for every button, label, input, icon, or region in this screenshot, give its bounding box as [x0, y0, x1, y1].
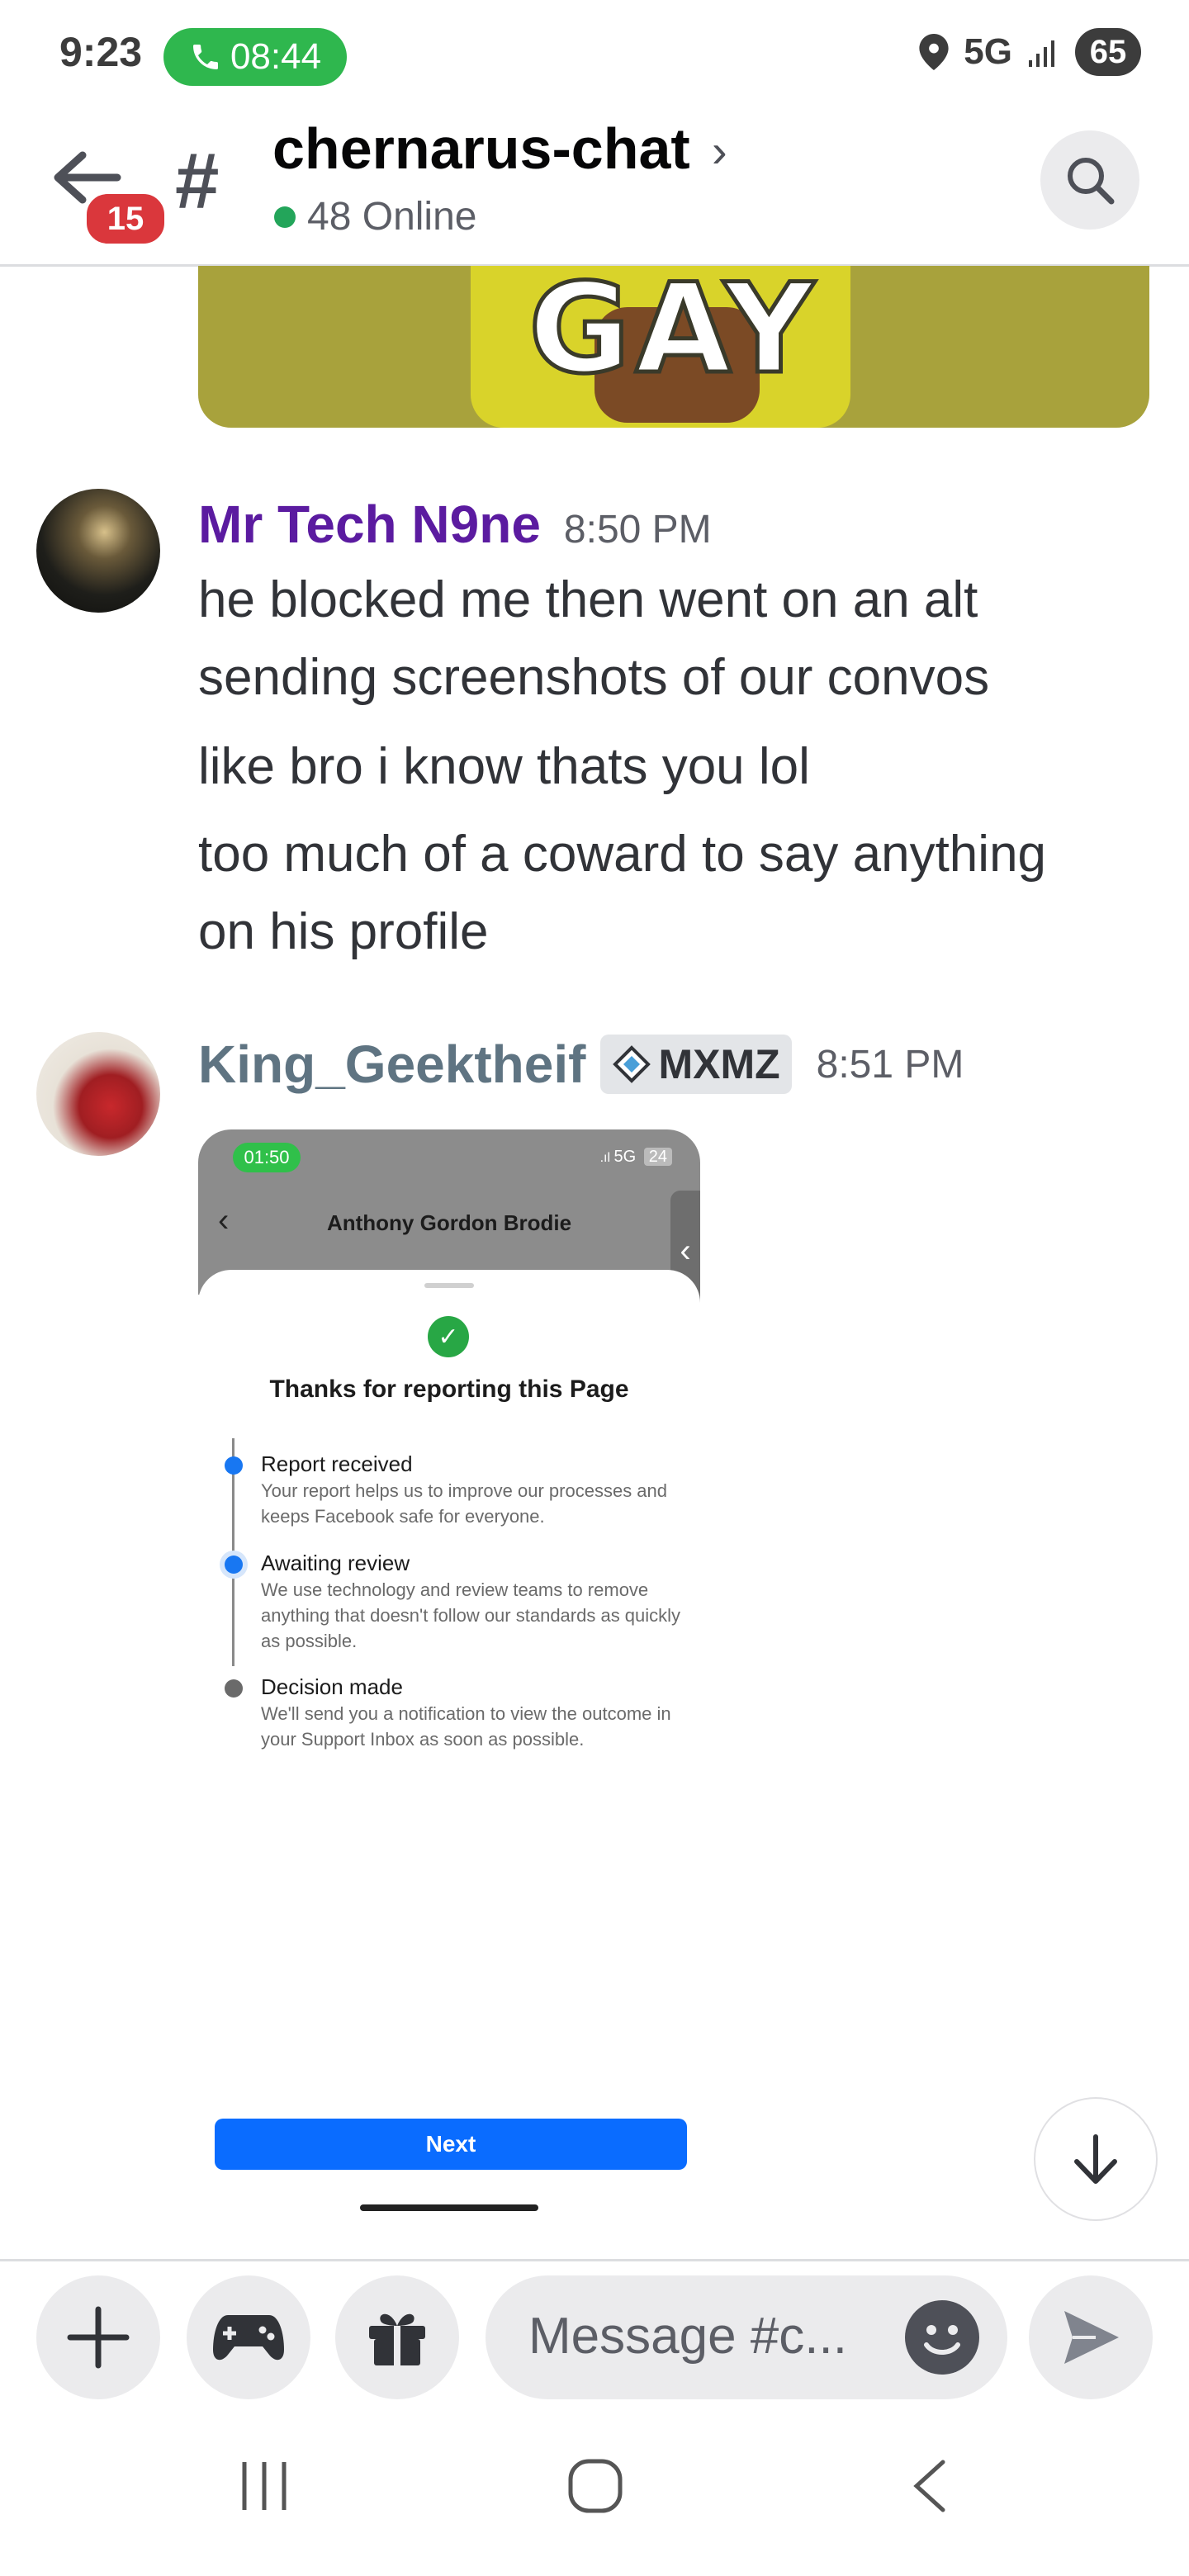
network-label: 5G — [964, 31, 1012, 72]
status-bar: 9:23 08:44 5G 65 — [0, 0, 1189, 116]
add-attachment-button[interactable] — [36, 2275, 160, 2399]
plus-icon — [67, 2306, 130, 2369]
phone-icon — [192, 45, 218, 69]
unread-badge: 15 — [83, 190, 168, 248]
emoji-button[interactable] — [905, 2300, 979, 2375]
send-button[interactable] — [1029, 2275, 1153, 2399]
message-input[interactable]: Message #c... — [486, 2275, 1007, 2399]
username[interactable]: King_Geektheif — [198, 1034, 585, 1095]
screenshot-page-title: Anthony Gordon Brodie — [326, 1210, 572, 1235]
activities-button[interactable] — [187, 2275, 310, 2399]
online-dot-icon — [274, 206, 296, 228]
recents-icon[interactable] — [239, 2457, 289, 2515]
search-button[interactable] — [1040, 130, 1139, 230]
screenshot-status-time: 01:50 — [233, 1143, 301, 1172]
diamond-icon — [613, 1045, 651, 1083]
chevron-right-icon[interactable]: › — [712, 124, 727, 178]
online-text: 48 Online — [307, 195, 477, 239]
message-text: too much of a coward to say anything — [198, 826, 1047, 883]
step-dot-icon — [225, 1679, 243, 1698]
clan-tag-label: MXMZ — [658, 1041, 780, 1087]
check-icon: ✓ — [428, 1316, 469, 1357]
message-placeholder: Message #c... — [528, 2308, 847, 2365]
gamepad-icon — [213, 2315, 284, 2361]
step-desc: Your report helps us to improve our proc… — [261, 1480, 668, 1527]
online-count: 48 Online — [274, 194, 476, 239]
message-text: like bro i know thats you lol — [198, 738, 810, 795]
step-dot-icon — [225, 1556, 243, 1574]
smiley-icon — [924, 2325, 960, 2355]
avatar[interactable] — [36, 489, 160, 613]
channel-name[interactable]: chernarus-chat — [272, 116, 690, 182]
screenshot-home-indicator — [360, 2204, 538, 2211]
clan-tag[interactable]: MXMZ — [600, 1035, 792, 1094]
step-desc: We use technology and review teams to re… — [261, 1579, 681, 1651]
status-time: 9:23 — [59, 29, 143, 75]
gift-icon — [369, 2313, 425, 2365]
battery-indicator: 65 — [1075, 28, 1141, 76]
step-title: Awaiting review — [261, 1551, 410, 1575]
username[interactable]: Mr Tech N9ne — [198, 494, 541, 555]
sheet-title: Thanks for reporting this Page — [269, 1376, 629, 1403]
step-title: Decision made — [261, 1674, 403, 1699]
search-icon — [1068, 158, 1115, 205]
status-indicators: 5G 65 — [919, 28, 1141, 76]
message-header: King_Geektheif MXMZ 8:51 PM — [198, 1034, 964, 1095]
message-text: sending screenshots of our convos — [198, 649, 990, 706]
hash-icon: # — [175, 137, 220, 225]
step-title: Report received — [261, 1451, 413, 1476]
home-icon[interactable] — [566, 2457, 624, 2515]
next-button: Next — [215, 2119, 687, 2170]
system-nav-bar — [0, 2416, 1189, 2576]
image-caption: GAY — [527, 266, 819, 404]
message-text: he blocked me then went on an alt — [198, 571, 978, 628]
signal-icon — [1029, 40, 1054, 67]
message-timestamp: 8:51 PM — [816, 1042, 964, 1087]
message-header: Mr Tech N9ne 8:50 PM — [198, 494, 712, 555]
step-dot-icon — [225, 1456, 243, 1475]
jump-to-bottom-button[interactable] — [1034, 2097, 1158, 2221]
back-nav-icon[interactable] — [908, 2457, 950, 2515]
avatar[interactable] — [36, 1032, 160, 1156]
screenshot-status-icons: .ıl 5G 24 — [600, 1148, 672, 1167]
screenshot-sheet: ✓ Thanks for reporting this Page Report … — [198, 1270, 700, 2261]
gift-button[interactable] — [335, 2275, 459, 2399]
screenshot-attachment[interactable]: 01:50 .ıl 5G 24 ‹ Anthony Gordon Brodie … — [198, 1129, 700, 2261]
ongoing-call-pill[interactable]: 08:44 — [163, 28, 347, 86]
message-text: on his profile — [198, 903, 489, 960]
image-attachment[interactable]: GAY — [198, 266, 1149, 428]
sheet-handle — [424, 1283, 474, 1288]
arrow-down-icon — [1074, 2134, 1117, 2184]
send-icon — [1064, 2311, 1119, 2364]
location-icon — [919, 34, 949, 70]
call-timer: 08:44 — [230, 36, 322, 77]
step-desc: We'll send you a notification to view th… — [261, 1703, 671, 1750]
message-timestamp: 8:50 PM — [563, 508, 712, 552]
